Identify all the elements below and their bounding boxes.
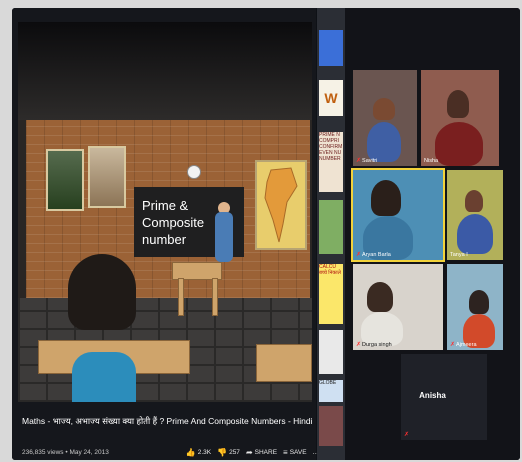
teacher-figure	[215, 212, 233, 262]
desk-leg	[178, 278, 184, 316]
recommended-thumb[interactable]: CALCU बच्चे निकाले	[319, 264, 343, 324]
participant-name: Tanya I	[450, 252, 468, 258]
playlist-add-icon: ≡	[283, 447, 288, 457]
participant-body	[457, 214, 493, 254]
share-button[interactable]: ➦ SHARE	[246, 448, 277, 457]
desk-leg	[212, 278, 218, 316]
mic-muted-icon: ✗	[356, 252, 362, 258]
participant-video	[367, 282, 393, 312]
recommended-thumb[interactable]	[319, 330, 343, 374]
recommended-thumb[interactable]: GLOBE	[319, 380, 343, 402]
video-player[interactable]: Prime & Composite number	[18, 22, 312, 402]
participant-video	[465, 190, 483, 212]
participant-tile[interactable]: Tanya I	[447, 170, 503, 260]
participant-center-name: Anisha	[419, 391, 446, 400]
dislike-count: 257	[229, 448, 240, 456]
recommended-thumb[interactable]	[319, 406, 343, 446]
thumb-text: GLOBE	[319, 380, 337, 386]
student-hair	[68, 254, 136, 330]
share-label: SHARE	[254, 448, 278, 456]
mic-muted-icon: ✗	[356, 158, 362, 164]
thumb-text: PRIME N COMPRI CONFIRM EVEN NU NUMBER	[319, 132, 343, 162]
participant-name-text: Ajmeera	[456, 342, 477, 348]
participant-tile[interactable]: ✗Savitri	[353, 70, 417, 166]
recommended-thumb[interactable]: PRIME N COMPRI CONFIRM EVEN NU NUMBER	[319, 132, 343, 192]
participant-body	[435, 122, 483, 166]
video-panel: Prime & Composite number Maths - भाज्य, …	[12, 8, 318, 460]
thumb-text: W	[324, 90, 338, 106]
participant-name-text: Aryan Barla	[362, 252, 391, 258]
meeting-grid: ✗Savitri Nisha ✗Aryan Barla Tanya I ✗Dur…	[345, 8, 520, 460]
participant-tile-active-speaker[interactable]: ✗Aryan Barla	[351, 168, 445, 262]
recommended-thumb[interactable]	[319, 30, 343, 66]
participant-name: Nisha	[424, 158, 438, 164]
participant-tile[interactable]: ✗Ajmeera	[447, 264, 503, 350]
mic-muted-icon: ✗	[356, 342, 362, 348]
views-date: 236,835 views • May 24, 2013	[22, 448, 109, 456]
participant-name-text: Savitri	[362, 158, 378, 164]
participant-video	[373, 98, 395, 120]
thumb-text: CALCU बच्चे निकाले	[319, 264, 341, 276]
blackboard-text: Prime & Composite number	[142, 198, 205, 247]
participant-video	[469, 290, 489, 314]
dislike-button[interactable]: 👎 257	[217, 448, 240, 457]
recommended-strip: W PRIME N COMPRI CONFIRM EVEN NU NUMBER …	[317, 8, 345, 460]
video-title: Maths - भाज्य, अभाज्य संख्या क्या होती ह…	[22, 416, 313, 426]
map-shape	[264, 167, 298, 243]
participant-body	[367, 122, 401, 162]
participant-name: ✗Aryan Barla	[356, 251, 391, 258]
participant-name: ✗Durga singh	[356, 341, 392, 348]
recommended-thumb[interactable]: W	[319, 80, 343, 116]
participant-name: ✗Savitri	[356, 157, 377, 164]
classroom-ceiling	[18, 22, 312, 120]
thumbs-down-icon: 👎	[217, 447, 228, 457]
student-desk-right	[256, 344, 312, 382]
participant-video	[371, 180, 401, 216]
mic-muted-icon: ✗	[404, 432, 410, 438]
portrait-left	[46, 149, 84, 211]
video-meta: 236,835 views • May 24, 2013 👍 2.3K 👎 25…	[22, 446, 318, 458]
like-count: 2.3K	[197, 448, 212, 456]
participant-name-text: Durga singh	[362, 342, 392, 348]
portrait-right	[88, 146, 126, 208]
student-character	[58, 254, 148, 402]
participant-name-text: Tanya I	[450, 252, 468, 258]
like-button[interactable]: 👍 2.3K	[186, 448, 211, 457]
wall-clock	[187, 165, 201, 179]
save-label: SAVE	[289, 448, 307, 456]
recommended-thumb[interactable]	[319, 200, 343, 254]
monitor-screen: Prime & Composite number Maths - भाज्य, …	[12, 8, 520, 460]
thumbs-up-icon: 👍	[185, 447, 196, 457]
participant-tile[interactable]: Nisha	[421, 70, 499, 166]
participant-tile[interactable]: ✗Durga singh	[353, 264, 443, 350]
participant-name-text: Nisha	[424, 158, 439, 164]
participant-name: ✗Ajmeera	[450, 341, 477, 348]
participant-video	[447, 90, 469, 118]
student-shirt	[72, 352, 136, 402]
mic-muted-icon: ✗	[450, 342, 456, 348]
share-icon: ➦	[245, 447, 253, 457]
save-button[interactable]: ≡ SAVE	[283, 448, 307, 457]
participant-name: ✗	[404, 431, 410, 438]
india-map	[255, 160, 307, 250]
